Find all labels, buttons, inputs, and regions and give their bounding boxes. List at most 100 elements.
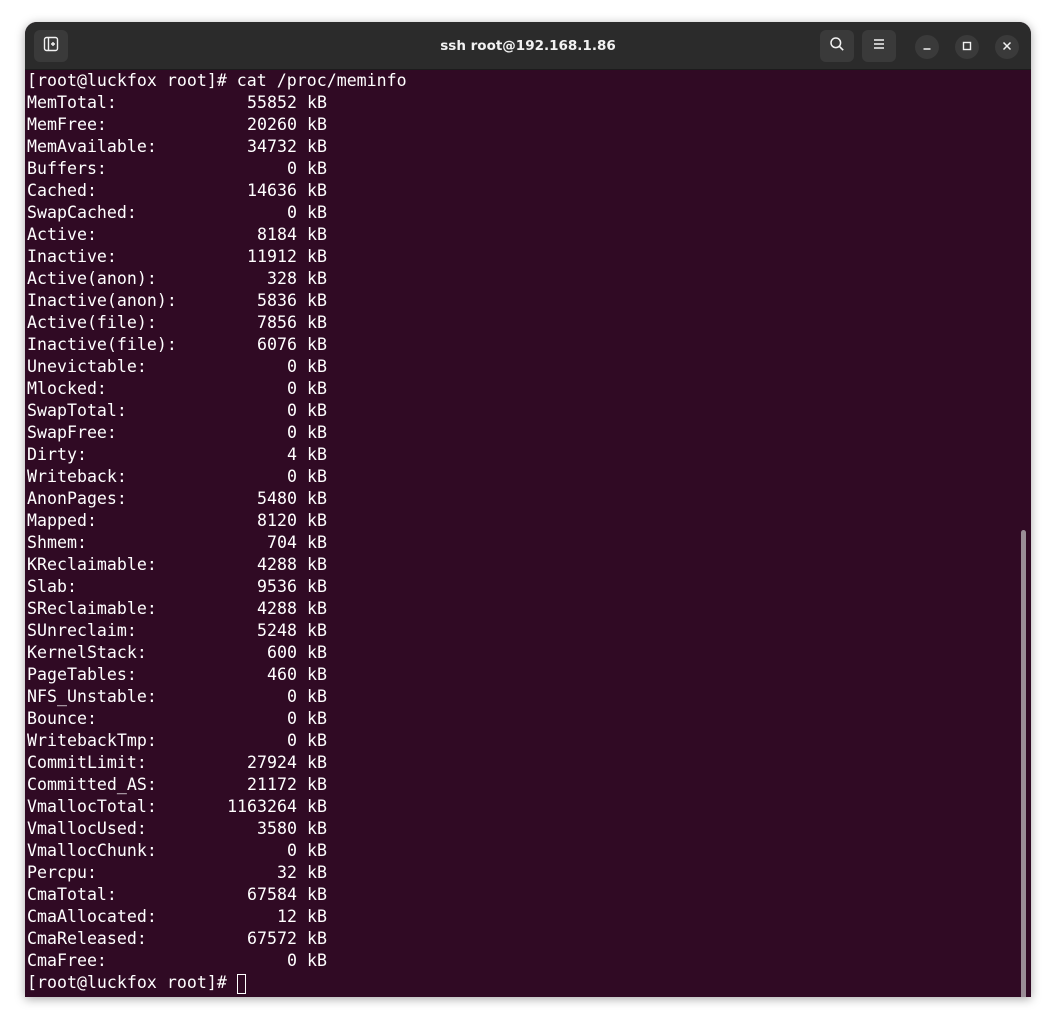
meminfo-row: Active: 8184 kB xyxy=(27,224,407,246)
meminfo-unit: kB xyxy=(307,335,327,354)
meminfo-value: 328 xyxy=(267,269,297,288)
meminfo-row: Inactive(file): 6076 kB xyxy=(27,334,407,356)
meminfo-value: 0 xyxy=(287,357,297,376)
meminfo-key: Committed_AS: xyxy=(27,775,157,794)
meminfo-row: MemTotal: 55852 kB xyxy=(27,92,407,114)
meminfo-unit: kB xyxy=(307,863,327,882)
menu-button[interactable] xyxy=(862,30,896,62)
meminfo-row: Committed_AS: 21172 kB xyxy=(27,774,407,796)
meminfo-row: Unevictable: 0 kB xyxy=(27,356,407,378)
meminfo-value: 12 xyxy=(277,907,297,926)
meminfo-unit: kB xyxy=(307,599,327,618)
meminfo-row: VmallocChunk: 0 kB xyxy=(27,840,407,862)
meminfo-key: Inactive: xyxy=(27,247,117,266)
meminfo-key: CmaTotal: xyxy=(27,885,117,904)
meminfo-key: Bounce: xyxy=(27,709,97,728)
meminfo-unit: kB xyxy=(307,159,327,178)
meminfo-row: CmaAllocated: 12 kB xyxy=(27,906,407,928)
meminfo-value: 5480 xyxy=(257,489,297,508)
meminfo-key: Dirty: xyxy=(27,445,87,464)
meminfo-key: Shmem: xyxy=(27,533,87,552)
text-cursor xyxy=(236,973,246,994)
meminfo-value: 0 xyxy=(287,423,297,442)
meminfo-unit: kB xyxy=(307,137,327,156)
meminfo-key: PageTables: xyxy=(27,665,137,684)
meminfo-key: MemTotal: xyxy=(27,93,117,112)
meminfo-key: NFS_Unstable: xyxy=(27,687,157,706)
hamburger-menu-icon xyxy=(872,37,886,56)
meminfo-row: CmaReleased: 67572 kB xyxy=(27,928,407,950)
meminfo-key: CmaAllocated: xyxy=(27,907,157,926)
meminfo-value: 14636 xyxy=(247,181,297,200)
scrollbar[interactable] xyxy=(1021,530,1026,997)
meminfo-unit: kB xyxy=(307,665,327,684)
meminfo-unit: kB xyxy=(307,291,327,310)
search-button[interactable] xyxy=(820,30,854,62)
meminfo-key: Active: xyxy=(27,225,97,244)
meminfo-row: VmallocUsed: 3580 kB xyxy=(27,818,407,840)
meminfo-unit: kB xyxy=(307,841,327,860)
meminfo-key: Unevictable: xyxy=(27,357,147,376)
meminfo-unit: kB xyxy=(307,819,327,838)
meminfo-row: Percpu: 32 kB xyxy=(27,862,407,884)
meminfo-value: 460 xyxy=(267,665,297,684)
meminfo-key: VmallocTotal: xyxy=(27,797,157,816)
meminfo-unit: kB xyxy=(307,709,327,728)
meminfo-value: 5836 xyxy=(257,291,297,310)
meminfo-value: 0 xyxy=(287,841,297,860)
meminfo-value: 67584 xyxy=(247,885,297,904)
minimize-button[interactable] xyxy=(915,35,939,59)
meminfo-value: 0 xyxy=(287,467,297,486)
meminfo-unit: kB xyxy=(307,731,327,750)
meminfo-row: CommitLimit: 27924 kB xyxy=(27,752,407,774)
meminfo-key: AnonPages: xyxy=(27,489,127,508)
meminfo-key: SReclaimable: xyxy=(27,599,157,618)
meminfo-key: Writeback: xyxy=(27,467,127,486)
meminfo-value: 8120 xyxy=(257,511,297,530)
meminfo-row: CmaFree: 0 kB xyxy=(27,950,407,972)
meminfo-value: 4288 xyxy=(257,599,297,618)
meminfo-value: 3580 xyxy=(257,819,297,838)
meminfo-unit: kB xyxy=(307,203,327,222)
meminfo-unit: kB xyxy=(307,445,327,464)
meminfo-row: SwapFree: 0 kB xyxy=(27,422,407,444)
meminfo-value: 1163264 xyxy=(227,797,297,816)
meminfo-value: 0 xyxy=(287,203,297,222)
meminfo-value: 0 xyxy=(287,687,297,706)
meminfo-value: 0 xyxy=(287,159,297,178)
meminfo-unit: kB xyxy=(307,379,327,398)
meminfo-value: 0 xyxy=(287,709,297,728)
meminfo-value: 34732 xyxy=(247,137,297,156)
meminfo-value: 20260 xyxy=(247,115,297,134)
meminfo-unit: kB xyxy=(307,753,327,772)
meminfo-row: Bounce: 0 kB xyxy=(27,708,407,730)
meminfo-row: Dirty: 4 kB xyxy=(27,444,407,466)
meminfo-value: 4288 xyxy=(257,555,297,574)
meminfo-row: SUnreclaim: 5248 kB xyxy=(27,620,407,642)
meminfo-key: Slab: xyxy=(27,577,77,596)
maximize-icon xyxy=(962,38,972,56)
meminfo-value: 0 xyxy=(287,731,297,750)
search-icon xyxy=(829,36,845,57)
terminal-area[interactable]: [root@luckfox root]# cat /proc/meminfo M… xyxy=(25,70,1031,997)
meminfo-value: 6076 xyxy=(257,335,297,354)
meminfo-unit: kB xyxy=(307,929,327,948)
meminfo-value: 67572 xyxy=(247,929,297,948)
meminfo-row: MemAvailable: 34732 kB xyxy=(27,136,407,158)
meminfo-unit: kB xyxy=(307,951,327,970)
meminfo-key: Cached: xyxy=(27,181,97,200)
meminfo-row: Slab: 9536 kB xyxy=(27,576,407,598)
meminfo-row: Inactive(anon): 5836 kB xyxy=(27,290,407,312)
meminfo-unit: kB xyxy=(307,577,327,596)
maximize-button[interactable] xyxy=(955,35,979,59)
meminfo-value: 8184 xyxy=(257,225,297,244)
meminfo-row: NFS_Unstable: 0 kB xyxy=(27,686,407,708)
meminfo-key: KernelStack: xyxy=(27,643,147,662)
meminfo-key: Active(file): xyxy=(27,313,157,332)
command-line: [root@luckfox root]# cat /proc/meminfo xyxy=(27,71,407,90)
meminfo-unit: kB xyxy=(307,775,327,794)
close-button[interactable] xyxy=(995,35,1019,59)
meminfo-key: Mlocked: xyxy=(27,379,107,398)
meminfo-row: SwapCached: 0 kB xyxy=(27,202,407,224)
meminfo-row: Shmem: 704 kB xyxy=(27,532,407,554)
